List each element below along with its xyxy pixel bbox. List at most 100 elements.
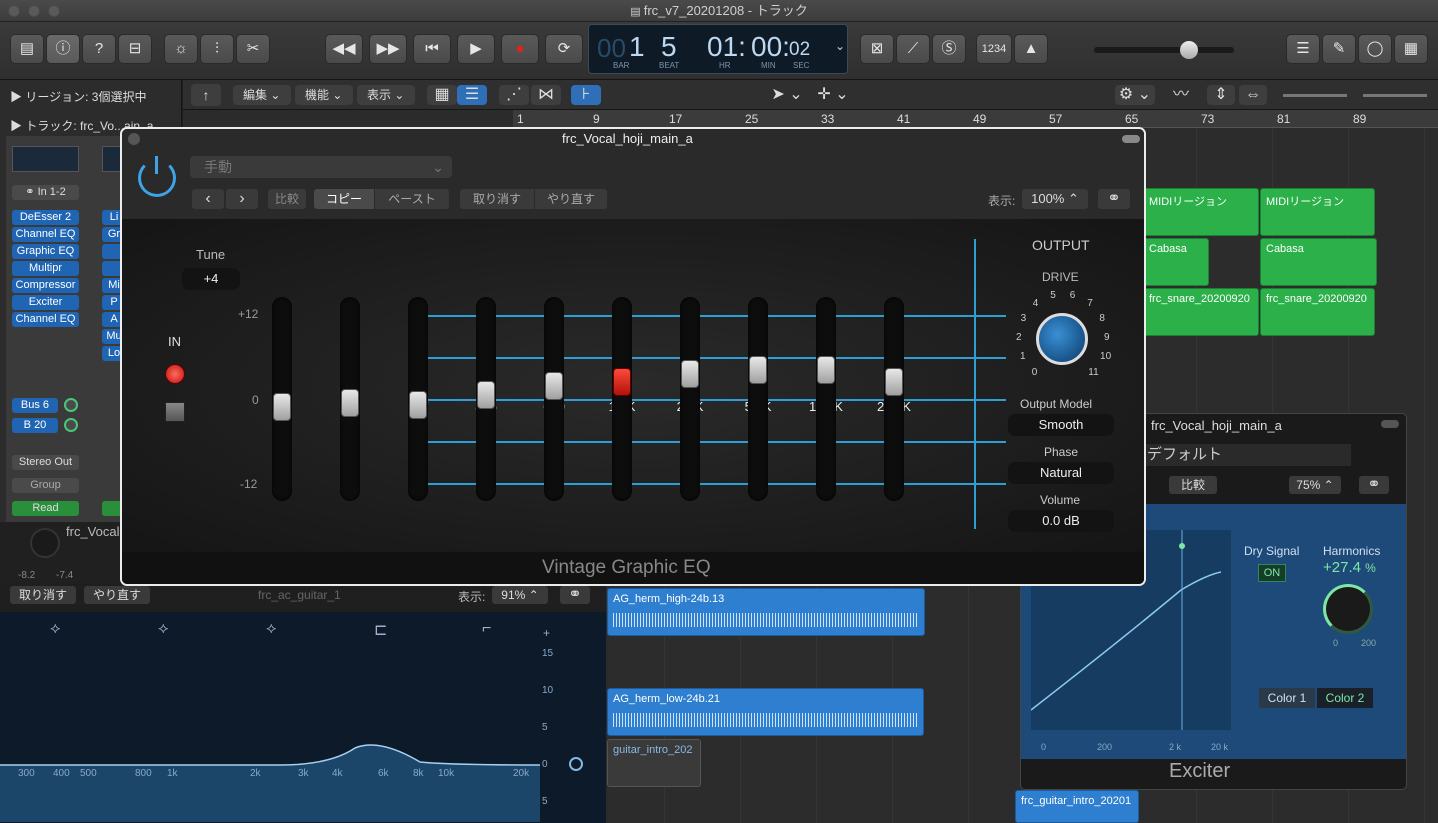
- midi-region[interactable]: MIDIリージョン: [1260, 188, 1375, 236]
- send-bus-20[interactable]: B 20: [12, 418, 58, 433]
- undo-button[interactable]: 取り消す: [460, 189, 534, 209]
- band-fader-cap[interactable]: [749, 355, 767, 384]
- high-cut-icon[interactable]: ⌐: [482, 620, 491, 638]
- plugin-slot[interactable]: Multipr: [12, 261, 79, 276]
- master-volume-slider[interactable]: [1094, 41, 1234, 59]
- zoom-select[interactable]: 100% ⌃: [1022, 189, 1088, 209]
- redo-button[interactable]: やり直す: [84, 586, 150, 604]
- automation-button[interactable]: ⋰: [499, 85, 529, 105]
- link-button[interactable]: ⚭: [1359, 476, 1389, 494]
- master-volume-knob[interactable]: [1180, 41, 1198, 59]
- secondary-tool-menu[interactable]: ✛ ⌄: [813, 85, 853, 105]
- plugin-slot[interactable]: Exciter: [12, 295, 79, 310]
- add-band-icon[interactable]: +: [543, 626, 550, 640]
- band-fader[interactable]: [816, 297, 836, 501]
- group-slot[interactable]: Group: [12, 478, 79, 493]
- high-shelf-icon[interactable]: ⊏: [374, 620, 387, 640]
- eq-curve-display[interactable]: [0, 652, 540, 822]
- tuner-button[interactable]: ⟋: [896, 34, 930, 64]
- gain-knob[interactable]: [569, 757, 583, 771]
- metronome-button[interactable]: ▲: [1014, 34, 1048, 64]
- plugin-slot[interactable]: DeEsser 2: [12, 210, 79, 225]
- play-button[interactable]: ▶: [457, 34, 495, 64]
- vertical-fit-button[interactable]: ⇕: [1207, 85, 1235, 105]
- midi-region[interactable]: MIDIリージョン: [1143, 188, 1259, 236]
- go-to-beginning-button[interactable]: ⏮: [413, 34, 451, 64]
- record-button[interactable]: ●: [501, 34, 539, 64]
- pointer-tool-menu[interactable]: ➤ ⌄: [767, 85, 807, 105]
- redo-button[interactable]: やり直す: [535, 189, 607, 209]
- dry-signal-toggle[interactable]: ON: [1258, 564, 1286, 582]
- quick-help-button[interactable]: ?: [82, 34, 116, 64]
- peak-band-icon[interactable]: ⟡: [158, 620, 169, 638]
- flex-button[interactable]: ⋈: [531, 85, 561, 105]
- link-button[interactable]: ⚭: [560, 586, 590, 604]
- tune-field[interactable]: +4: [182, 268, 240, 290]
- undo-button[interactable]: 取り消す: [10, 586, 76, 604]
- close-window-button[interactable]: [8, 5, 20, 17]
- color-2-button[interactable]: Color 2: [1317, 688, 1373, 708]
- low-cut-icon[interactable]: ⟡: [50, 620, 61, 638]
- output-slot[interactable]: Stereo Out: [12, 455, 79, 470]
- window-resize-button[interactable]: [1381, 420, 1399, 428]
- horizontal-fit-button[interactable]: ⇔: [1239, 85, 1267, 105]
- link-button[interactable]: ⚭: [1098, 189, 1130, 209]
- cycle-button[interactable]: ⟳: [545, 34, 583, 64]
- band-fader-cap[interactable]: [817, 355, 835, 384]
- send-bus-6[interactable]: Bus 6: [12, 398, 58, 413]
- band-fader-cap[interactable]: [613, 368, 631, 397]
- chevron-down-icon[interactable]: ⌄: [835, 39, 845, 53]
- previous-preset-button[interactable]: ‹: [192, 189, 224, 209]
- audio-region[interactable]: AG_herm_low-24b.21: [607, 688, 924, 736]
- list-editors-button[interactable]: ☰: [1286, 34, 1320, 64]
- grid-view-button[interactable]: ▦: [427, 85, 457, 105]
- band-fader-cap[interactable]: [273, 393, 291, 422]
- plugin-slot[interactable]: Compressor: [12, 278, 79, 293]
- horizontal-zoom-slider[interactable]: [1363, 94, 1427, 97]
- zoom-window-button[interactable]: [48, 5, 60, 17]
- minimize-window-button[interactable]: [28, 5, 40, 17]
- replace-button[interactable]: ⊠: [860, 34, 894, 64]
- notepad-button[interactable]: ✎: [1322, 34, 1356, 64]
- audio-region[interactable]: frc_guitar_intro_20201: [1015, 790, 1139, 823]
- toolbar-button[interactable]: ⊟: [118, 34, 152, 64]
- rewind-button[interactable]: ◀◀: [325, 34, 363, 64]
- edit-menu[interactable]: 編集 ⌄: [233, 85, 291, 105]
- loop-browser-button[interactable]: ◯: [1358, 34, 1392, 64]
- color-1-button[interactable]: Color 1: [1259, 688, 1315, 708]
- plugin-slot[interactable]: Channel EQ: [12, 227, 79, 242]
- preset-menu[interactable]: デフォルト: [1141, 444, 1351, 466]
- vertical-zoom-slider[interactable]: [1283, 94, 1347, 97]
- compare-button[interactable]: 比較: [1169, 476, 1217, 494]
- audio-region[interactable]: AG_herm_high-24b.13: [607, 588, 925, 636]
- band-fader-cap[interactable]: [341, 389, 359, 418]
- next-preset-button[interactable]: ›: [226, 189, 258, 209]
- close-plugin-button[interactable]: [128, 133, 140, 145]
- zoom-select[interactable]: 75% ⌃: [1289, 476, 1341, 494]
- region-inspector-header[interactable]: ▶ リージョン: 3個選択中: [10, 88, 146, 105]
- zoom-select[interactable]: 91% ⌃: [492, 586, 548, 604]
- band-fader[interactable]: [680, 297, 700, 501]
- snap-button[interactable]: ⊦: [571, 85, 601, 105]
- settings-menu[interactable]: ⚙ ⌄: [1115, 85, 1155, 105]
- output-model-select[interactable]: Smooth: [1008, 414, 1114, 436]
- count-in-button[interactable]: 1234: [976, 34, 1012, 64]
- band-fader-cap[interactable]: [885, 368, 903, 397]
- bar-ruler[interactable]: 1 9 17 25 33 41 49 57 65 73 81 89: [513, 110, 1438, 128]
- fast-forward-button[interactable]: ▶▶: [369, 34, 407, 64]
- catch-button[interactable]: ↑: [191, 84, 221, 106]
- band-fader[interactable]: [612, 297, 632, 501]
- audio-region[interactable]: guitar_intro_202: [607, 739, 701, 787]
- mixer-button[interactable]: ⫶: [200, 34, 234, 64]
- band-fader-cap[interactable]: [477, 380, 495, 409]
- copy-button[interactable]: コピー: [314, 189, 374, 209]
- band-fader-cap[interactable]: [681, 359, 699, 388]
- lcd-display[interactable]: 00 1 5 01: 00: 02 BAR BEAT HR MIN SEC ⌄: [588, 24, 848, 74]
- volume-field[interactable]: 0.0 dB: [1008, 510, 1114, 532]
- band-fader[interactable]: [884, 297, 904, 501]
- inspector-button[interactable]: ⓘ: [46, 34, 80, 64]
- paste-button[interactable]: ペースト: [375, 189, 449, 209]
- eq-thumbnail[interactable]: [12, 146, 79, 172]
- band-fader[interactable]: [748, 297, 768, 501]
- solo-button[interactable]: Ⓢ: [932, 34, 966, 64]
